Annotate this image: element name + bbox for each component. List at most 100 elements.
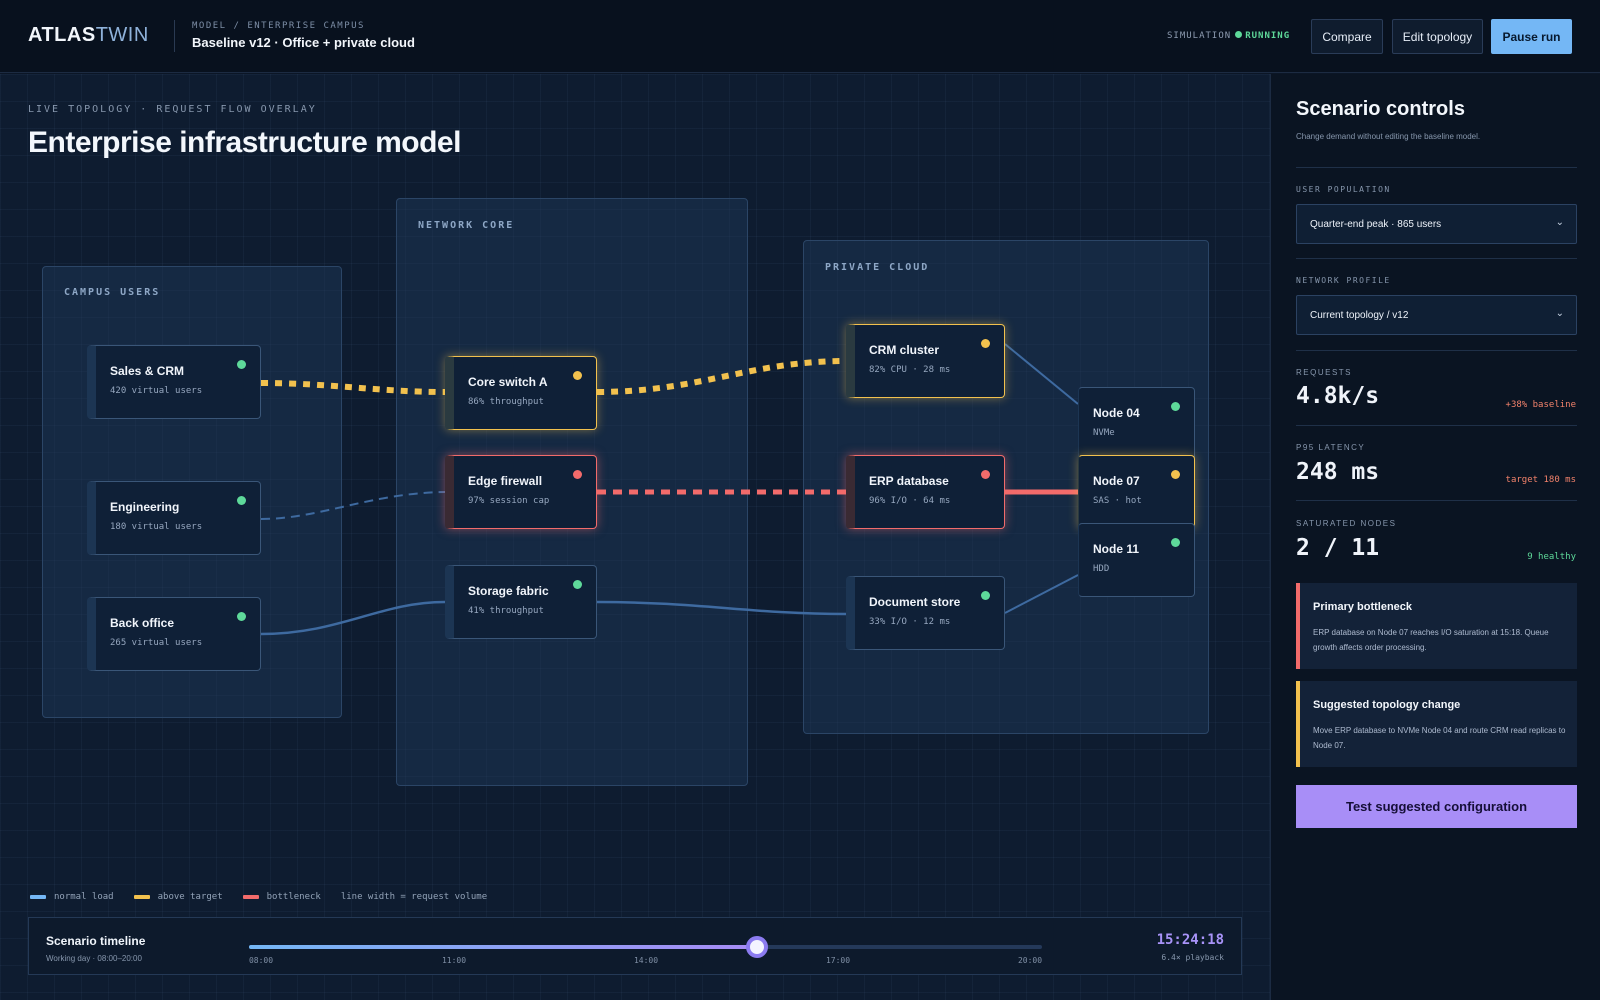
- node-detail: 97% session cap: [468, 496, 550, 506]
- status-ok-icon: [237, 612, 246, 621]
- panel-subtitle: Change demand without editing the baseli…: [1296, 132, 1481, 141]
- node-detail: 33% I/O · 12 ms: [869, 617, 951, 627]
- node-name: Core switch A: [468, 375, 548, 389]
- scenario-timeline: Scenario timeline Working day · 08:00–20…: [28, 917, 1242, 975]
- edit-topology-button[interactable]: Edit topology: [1392, 19, 1483, 54]
- legend-swatch-above: [133, 895, 150, 899]
- node-name: ERP database: [869, 474, 949, 488]
- link-backoffice-storage: [260, 600, 446, 636]
- network-profile-label: NETWORK PROFILE: [1296, 276, 1391, 285]
- panel-divider: [1296, 258, 1577, 259]
- primary-bottleneck-card[interactable]: Primary bottleneck ERP database on Node …: [1296, 583, 1577, 669]
- node-name: Node 04: [1093, 406, 1140, 420]
- node-name: Storage fabric: [468, 584, 549, 598]
- node-edge-firewall[interactable]: Edge firewall 97% session cap: [445, 455, 597, 529]
- node-erp-database[interactable]: ERP database 96% I/O · 64 ms: [846, 455, 1005, 529]
- saturated-nodes-label: SATURATED NODES: [1296, 519, 1397, 528]
- link-core-crm: [596, 358, 847, 395]
- link-engineering-firewall: [260, 491, 446, 520]
- saturated-nodes-value: 2 / 11: [1296, 535, 1380, 561]
- status-ok-icon: [1171, 538, 1180, 547]
- timeline-clock: 15:24:18: [1156, 932, 1224, 948]
- test-configuration-button[interactable]: Test suggested configuration: [1296, 785, 1577, 828]
- pause-run-button[interactable]: Pause run: [1491, 19, 1572, 54]
- status-ok-icon: [237, 360, 246, 369]
- panel-divider: [1296, 500, 1577, 501]
- legend-bottleneck: bottleneck: [242, 892, 321, 902]
- card-title: Primary bottleneck: [1313, 601, 1413, 613]
- node-engineering[interactable]: Engineering 180 virtual users: [87, 481, 261, 555]
- status-ok-icon: [981, 591, 990, 600]
- node-name: Engineering: [110, 500, 180, 514]
- node-name: Document store: [869, 595, 961, 609]
- timeline-title: Scenario timeline: [46, 934, 146, 948]
- node-detail: 41% throughput: [468, 606, 544, 616]
- panel-divider: [1296, 350, 1577, 351]
- timeline-tick: 17:00: [825, 956, 851, 965]
- user-population-select[interactable]: Quarter-end peak · 865 users ⌄: [1296, 204, 1577, 244]
- timeline-tick: 08:00: [248, 956, 274, 965]
- card-body: ERP database on Node 07 reaches I/O satu…: [1313, 628, 1549, 652]
- suggested-change-card[interactable]: Suggested topology change Move ERP datab…: [1296, 681, 1577, 767]
- node-name: Sales & CRM: [110, 364, 185, 378]
- node-name: Back office: [110, 616, 175, 630]
- node-detail: 96% I/O · 64 ms: [869, 496, 951, 506]
- legend-normal: normal load: [30, 892, 114, 902]
- latency-target: target 180 ms: [1505, 475, 1576, 485]
- timeline-slider-track[interactable]: [249, 936, 1042, 958]
- node-detail: HDD: [1093, 564, 1110, 574]
- user-population-value: Quarter-end peak · 865 users: [1310, 218, 1442, 230]
- status-ok-icon: [1171, 402, 1180, 411]
- link-sales-core: [260, 380, 446, 395]
- compare-button[interactable]: Compare: [1311, 19, 1383, 54]
- legend-note: line width = request volume: [340, 892, 488, 902]
- timeline-tick: 20:00: [1017, 956, 1043, 965]
- timeline-tick: 14:00: [633, 956, 659, 965]
- node-back-office[interactable]: Back office 265 virtual users: [87, 597, 261, 671]
- node-name: Node 07: [1093, 474, 1140, 488]
- link-storage-docstore: [596, 600, 847, 616]
- link-crm-node04: [1004, 343, 1079, 405]
- node-node-11[interactable]: Node 11 HDD: [1078, 523, 1195, 597]
- node-sales-crm[interactable]: Sales & CRM 420 virtual users: [87, 345, 261, 419]
- playback-speed[interactable]: 6.4× playback: [1161, 953, 1224, 962]
- node-core-switch-a[interactable]: Core switch A 86% throughput: [445, 356, 597, 430]
- status-ok-icon: [237, 496, 246, 505]
- chevron-down-icon: ⌄: [1555, 217, 1564, 228]
- timeline-slider-thumb[interactable]: [745, 936, 768, 958]
- chevron-down-icon: ⌄: [1555, 308, 1564, 319]
- node-detail: SAS · hot: [1093, 496, 1142, 506]
- node-detail: NVMe: [1093, 428, 1115, 438]
- node-detail: 265 virtual users: [110, 638, 203, 648]
- flow-legend: normal load above target bottleneck line…: [30, 892, 507, 902]
- node-node-07[interactable]: Node 07 SAS · hot: [1078, 455, 1195, 529]
- card-body: Move ERP database to NVMe Node 04 and ro…: [1313, 726, 1566, 750]
- requests-delta: +38% baseline: [1505, 400, 1576, 410]
- timeline-progress-fill: [249, 945, 757, 949]
- network-profile-select[interactable]: Current topology / v12 ⌄: [1296, 295, 1577, 335]
- panel-divider: [1296, 167, 1577, 168]
- node-name: Edge firewall: [468, 474, 543, 488]
- scenario-controls-panel: Scenario controls Change demand without …: [1270, 74, 1600, 1000]
- status-warning-icon: [1171, 470, 1180, 479]
- latency-value: 248 ms: [1296, 459, 1380, 485]
- node-storage-fabric[interactable]: Storage fabric 41% throughput: [445, 565, 597, 639]
- legend-swatch-bottleneck: [242, 895, 259, 899]
- node-crm-cluster[interactable]: CRM cluster 82% CPU · 28 ms: [846, 324, 1005, 398]
- status-ok-icon: [573, 580, 582, 589]
- node-detail: 180 virtual users: [110, 522, 203, 532]
- node-detail: 86% throughput: [468, 397, 544, 407]
- node-document-store[interactable]: Document store 33% I/O · 12 ms: [846, 576, 1005, 650]
- requests-value: 4.8k/s: [1296, 383, 1380, 409]
- panel-title: Scenario controls: [1296, 98, 1465, 120]
- status-warning-icon: [981, 339, 990, 348]
- requests-label: REQUESTS: [1296, 368, 1353, 377]
- panel-divider: [1296, 425, 1577, 426]
- node-node-04[interactable]: Node 04 NVMe: [1078, 387, 1195, 461]
- user-population-label: USER POPULATION: [1296, 185, 1391, 194]
- node-name: Node 11: [1093, 542, 1140, 556]
- healthy-nodes-count: 9 healthy: [1527, 552, 1576, 562]
- status-critical-icon: [981, 470, 990, 479]
- timeline-tick: 11:00: [441, 956, 467, 965]
- status-critical-icon: [573, 470, 582, 479]
